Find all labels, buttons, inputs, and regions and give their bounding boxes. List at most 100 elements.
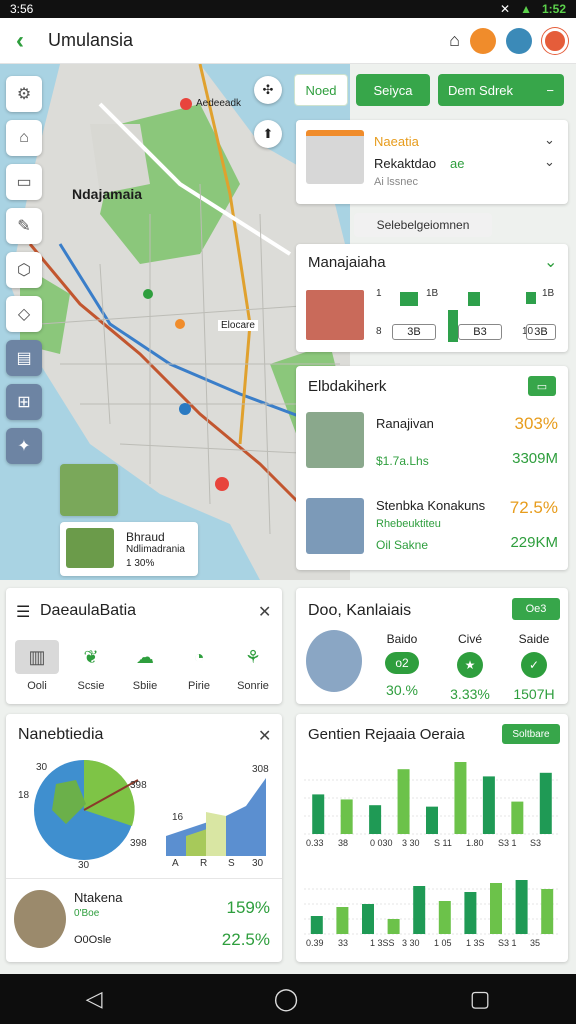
axis-label: 30 (252, 858, 264, 869)
home-nav-icon[interactable]: ◯ (274, 986, 299, 1012)
puzzle-icon[interactable]: ✦ (6, 428, 42, 464)
chevron-down-icon[interactable]: ⌄ (544, 154, 555, 170)
menu-icon[interactable]: ☰ (16, 602, 30, 622)
info-card[interactable]: Naeatia Rekaktdao ae Ai lssnec ⌄ ⌄ (296, 120, 568, 204)
gentien-title: Gentien Rejaaia Oeraia (308, 726, 465, 743)
gentien-bar (482, 776, 495, 834)
gentien-tick-label: 0.39 (306, 938, 324, 948)
recents-nav-icon[interactable]: ▢ (470, 986, 491, 1012)
axis-label: A (172, 858, 179, 869)
shape-icon[interactable]: ⬡ (6, 252, 42, 288)
map-info-card[interactable]: Bhraud Ndlimadrania 1 30% (60, 522, 198, 576)
gentien-bar (397, 769, 410, 834)
mini-area-chart (166, 778, 266, 856)
info-note: Ai lssnec (374, 176, 419, 188)
gentien-tick-label: S3 1 (498, 838, 517, 848)
deadula-item[interactable]: ⚘ Sonrie (228, 640, 278, 693)
back-nav-icon[interactable]: ◁ (86, 986, 103, 1012)
gentien-tick-label: 1 05 (434, 938, 452, 948)
back-icon[interactable]: ‹ (0, 27, 40, 55)
doo-button[interactable]: Oe3 (512, 598, 560, 620)
deadula-item[interactable]: ☁ Sbiie (120, 640, 170, 693)
info-title: Naeatia (374, 134, 419, 149)
gentien-button[interactable]: Soltbare (502, 724, 560, 744)
gentien-tick-label: 0 030 (370, 838, 393, 848)
compass-icon[interactable]: ✣ (254, 76, 282, 104)
top-buttons: Noed Seiyca Dem Sdrek − (294, 74, 564, 106)
chart-icon: ▥ (15, 640, 59, 674)
gentien-tick-label: 35 (530, 938, 540, 948)
mana-card[interactable]: Manajaiaha ⌄ 1 1B 1B 8 3B B3 10 3B (296, 244, 568, 352)
gentien-tick-label: S3 1 (498, 938, 517, 948)
dem-sdrek-dropdown[interactable]: Dem Sdrek − (438, 74, 564, 106)
deadula-item[interactable]: ▥ Ooli (12, 640, 62, 692)
status-bar: 3:56 ✕ ▲ 1:52 (0, 0, 576, 18)
chevron-down-icon[interactable]: ⌄ (544, 252, 557, 272)
shield-icon[interactable]: ◇ (6, 296, 42, 332)
north-icon[interactable]: ⬆ (254, 120, 282, 148)
noed-button[interactable]: Noed (294, 74, 348, 106)
gentien-tick-label: 0.33 (306, 838, 324, 848)
nane-card[interactable]: Nanebtiedia ✕ 30 18 30 398 398 308 16 A … (6, 714, 282, 962)
close-icon[interactable]: ✕ (258, 726, 271, 746)
gentien-bar (362, 904, 374, 934)
person-avatar (14, 890, 66, 948)
grid-icon[interactable]: ⊞ (6, 384, 42, 420)
layers-icon[interactable]: ▭ (6, 164, 42, 200)
deadula-item[interactable]: ❦ Scsie (66, 640, 116, 693)
elb-badge[interactable]: ▭ (528, 376, 556, 396)
gentien-tick-label: 38 (338, 838, 348, 848)
divider (6, 878, 282, 879)
pin-outline-icon[interactable]: ⌂ (449, 30, 460, 51)
deadula-card[interactable]: ☰ DaeaulaBatia ✕ ▥ Ooli ❦ Scsie ☁ Sbiie … (6, 588, 282, 704)
status-time: 3:56 (10, 2, 34, 16)
elb-item-pct: 72.5% (509, 498, 558, 517)
app-bar: ‹ Umulansia ⌂ (0, 18, 576, 64)
section-pill[interactable]: Selebelgeiomnen (354, 213, 492, 237)
mana-bar (526, 292, 536, 304)
doo-card[interactable]: Doo, Kanlaiais Oe3 Baido o2 30.% Civé ★ … (296, 588, 568, 704)
deadula-item-label: Scsie (77, 680, 105, 692)
bubble-icon: ◔ (193, 646, 205, 667)
mana-bar (468, 292, 480, 306)
chevron-down-icon[interactable]: ⌄ (544, 132, 555, 148)
gentien-tick-label: S3 (530, 838, 541, 848)
gentien-bar (438, 901, 451, 934)
seiyca-button[interactable]: Seiyca (356, 74, 430, 106)
profile-icon[interactable] (542, 27, 568, 54)
settings-icon[interactable]: ⚙ (6, 76, 42, 112)
mana-bar (400, 292, 418, 306)
map-district-label: Elocare (218, 320, 258, 331)
signal-icon: ▲ (520, 2, 532, 16)
gentien-card[interactable]: Gentien Rejaaia Oeraia Soltbare 0.33 38 0 … (296, 714, 568, 962)
pie-label: 18 (18, 790, 30, 801)
mana-label-top-1: 1 (376, 288, 382, 299)
gentien-tick-label: 3 30 (402, 938, 420, 948)
elb-item-val: 229KM (510, 534, 558, 551)
map-info-val: 1 30% (126, 558, 155, 569)
home-icon[interactable]: ⌂ (6, 120, 42, 156)
gentien-bar (541, 889, 554, 934)
elb-card[interactable]: Elbdakiherk ▭ Ranajivan $1.7a.Lhs 303% 3… (296, 366, 568, 570)
dem-sdrek-label: Dem Sdrek (448, 82, 514, 98)
close-icon[interactable]: ✕ (258, 602, 271, 622)
doo-kpi-label: Civé (457, 632, 482, 646)
leaf-icon: ❦ (83, 646, 99, 667)
gentien-tick-label: 1 3SS (370, 938, 395, 948)
elb-item-sub: Rhebeuktiteu (376, 518, 441, 530)
gentien-tick-label: 1 3S (466, 938, 485, 948)
person-sub: 0'Boe (74, 908, 100, 919)
gentien-bar (310, 916, 323, 934)
edit-icon[interactable]: ✎ (6, 208, 42, 244)
deadula-item[interactable]: ◔ Pirie (174, 640, 224, 693)
pie-label: 30 (78, 860, 90, 871)
elb-item-sub: $1.7a.Lhs (376, 454, 429, 468)
gentien-tick-label: 3 30 (402, 838, 420, 848)
pie-label: 398 (130, 780, 147, 791)
page-title: Umulansia (48, 30, 134, 50)
avatar[interactable] (506, 27, 532, 54)
alert-icon[interactable] (470, 27, 496, 54)
mana-bar (448, 310, 458, 342)
map-thumb-card-small[interactable] (60, 464, 118, 516)
table-icon[interactable]: ▤ (6, 340, 42, 376)
